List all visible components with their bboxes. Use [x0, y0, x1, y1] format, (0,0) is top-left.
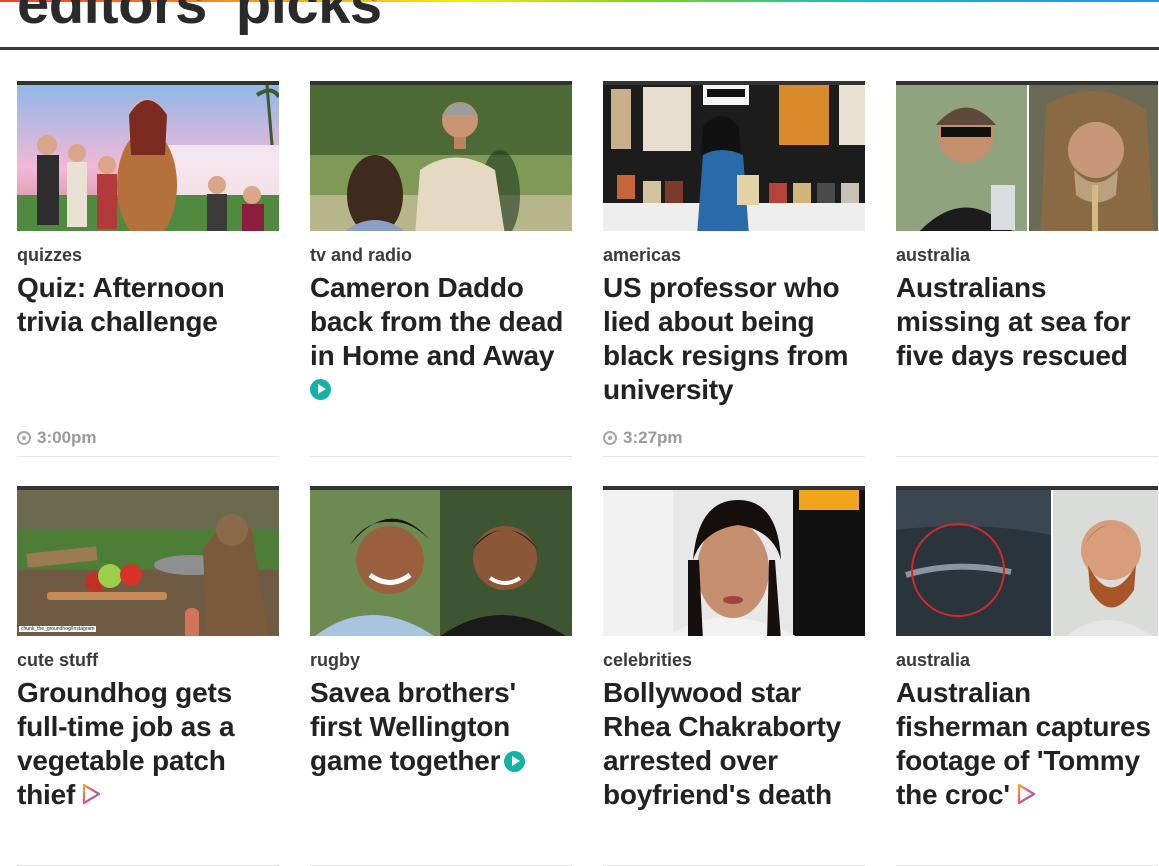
article-headline[interactable]: Cameron Daddo back from the dead in Home… [310, 271, 572, 400]
video-play-icon [1017, 783, 1035, 805]
article-card[interactable]: chunk_the_groundhog/Instagram cute stuff… [17, 486, 279, 866]
article-thumbnail[interactable] [896, 81, 1158, 231]
article-card[interactable]: americas US professor who lied about bei… [603, 81, 865, 457]
article-card[interactable]: quizzes Quiz: Afternoon trivia challenge… [17, 81, 279, 457]
article-headline[interactable]: Bollywood star Rhea Chakraborty arrested… [603, 676, 865, 812]
clock-icon [17, 431, 31, 445]
article-thumbnail[interactable] [896, 486, 1158, 636]
article-headline[interactable]: Australians missing at sea for five days… [896, 271, 1158, 373]
article-timestamp: 3:27pm [603, 428, 683, 448]
article-card[interactable]: tv and radio Cameron Daddo back from the… [310, 81, 572, 457]
article-thumbnail[interactable] [603, 81, 865, 231]
article-headline[interactable]: Savea brothers' first Wellington game to… [310, 676, 572, 778]
article-headline[interactable]: Australian fisherman captures footage of… [896, 676, 1158, 812]
video-play-icon [504, 751, 526, 772]
section-header: editors' picks [0, 0, 1159, 50]
article-headline[interactable]: Quiz: Afternoon trivia challenge [17, 271, 279, 339]
article-card[interactable]: celebrities Bollywood star Rhea Chakrabo… [603, 486, 865, 866]
article-category[interactable]: rugby [310, 650, 572, 670]
section-title: editors' picks [17, 0, 382, 36]
article-category[interactable]: australia [896, 245, 1158, 265]
article-category[interactable]: tv and radio [310, 245, 572, 265]
article-category[interactable]: australia [896, 650, 1158, 670]
article-category[interactable]: cute stuff [17, 650, 279, 670]
article-thumbnail[interactable] [17, 81, 279, 231]
article-card[interactable]: australia Australian fisherman captures … [896, 486, 1158, 866]
article-thumbnail[interactable] [310, 486, 572, 636]
editors-picks-grid: quizzes Quiz: Afternoon trivia challenge… [17, 81, 1158, 866]
article-category[interactable]: americas [603, 245, 865, 265]
article-thumbnail[interactable] [603, 486, 865, 636]
article-thumbnail[interactable]: chunk_the_groundhog/Instagram [17, 486, 279, 636]
article-card[interactable]: rugby Savea brothers' first Wellington g… [310, 486, 572, 866]
image-credit: chunk_the_groundhog/Instagram [19, 626, 97, 632]
article-category[interactable]: quizzes [17, 245, 279, 265]
article-card[interactable]: australia Australians missing at sea for… [896, 81, 1158, 457]
clock-icon [603, 431, 617, 445]
video-play-icon [310, 379, 331, 400]
article-thumbnail[interactable] [310, 81, 572, 231]
video-play-icon [83, 783, 101, 805]
article-timestamp: 3:00pm [17, 428, 97, 448]
article-category[interactable]: celebrities [603, 650, 865, 670]
article-headline[interactable]: US professor who lied about being black … [603, 271, 865, 407]
article-headline[interactable]: Groundhog gets full-time job as a vegeta… [17, 676, 279, 812]
